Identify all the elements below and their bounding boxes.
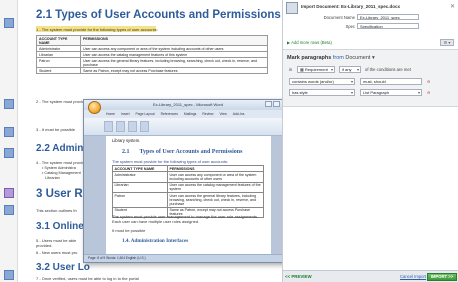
condition-text: of the conditions are met xyxy=(365,67,411,72)
tab-insert[interactable]: Insert xyxy=(121,112,129,116)
table-row: Student Same as Patron, except may not ac… xyxy=(35,67,268,74)
close-icon[interactable]: ✕ xyxy=(450,3,455,10)
footer-bar: << PREVIEW Cancel Import IMPORT >> xyxy=(283,270,458,282)
mark-icon[interactable] xyxy=(4,270,14,280)
condition-row: in ▦ Requirement ▾ if any ▾ of the conditi… xyxy=(289,66,411,73)
requirement-4: 4 - The system must provide xyxy=(36,160,87,165)
document-canvas: Library system. 2.1 Types of User Account… xyxy=(84,136,292,254)
ribbon-tabs: Home Insert Page Layout References Maili… xyxy=(84,110,292,118)
tab-mailings[interactable]: Mailings xyxy=(184,112,196,116)
table-cell: Administrator xyxy=(112,171,168,183)
office-button-icon[interactable] xyxy=(88,101,101,114)
style-dropdown[interactable]: List Paragraph ▾ xyxy=(360,89,422,96)
minimize-icon[interactable] xyxy=(265,101,272,107)
table-cell: Student xyxy=(35,67,82,74)
mark-icon[interactable] xyxy=(4,148,14,158)
condition-row: contains words (and/or) ▾ must, should ⊖ xyxy=(287,78,455,87)
table-row: Patron User can access the general librar… xyxy=(112,192,264,208)
page-text: Library system. xyxy=(112,138,141,143)
table-cell: User can access any component or area of… xyxy=(167,171,264,183)
section-heading: 3 User Re xyxy=(36,188,90,200)
preview-button[interactable]: << PREVIEW xyxy=(285,273,319,281)
document-dropdown[interactable]: Document xyxy=(345,55,370,61)
settings-gear-icon[interactable]: ⚙ ▾ xyxy=(440,39,454,46)
status-bar: Page: 8 of 9 Words: 1,604 English (U.S.) xyxy=(84,254,292,262)
requirement-6: 6 - New users must pro xyxy=(36,250,78,255)
requirement-1: 1 - The system must provide for the foll… xyxy=(36,27,158,32)
maximize-icon[interactable] xyxy=(273,101,280,107)
accounts-table: ACCOUNT TYPE NAME PERMISSIONS Administra… xyxy=(35,35,268,74)
preview-area xyxy=(283,106,458,270)
document-icon xyxy=(286,2,298,14)
document-name-input[interactable]: Ex-Library_2011_spec xyxy=(357,14,419,20)
mark-icon[interactable] xyxy=(4,205,14,215)
condition-type-dropdown[interactable]: has style ▾ xyxy=(289,89,355,96)
table-cell: Patron xyxy=(35,57,82,68)
requirement-7: 7 - Once verified, users must be able to… xyxy=(36,276,139,281)
import-header: Import Document: Ex-Library_2011_spec.do… xyxy=(283,0,458,50)
section-heading: 3.2 User Lo xyxy=(36,262,90,273)
mark-icon[interactable] xyxy=(4,18,14,28)
condition-value-input[interactable]: must, should xyxy=(360,78,422,85)
condition-row: has style ▾ List Paragraph ▾ ⊖ xyxy=(287,89,455,98)
styles-icon[interactable] xyxy=(140,121,149,132)
requirement-5-cont: provided. xyxy=(36,243,53,248)
list-item: Librarian xyxy=(45,176,60,180)
table-cell: User can access the general library feat… xyxy=(167,192,264,208)
mark-icon[interactable] xyxy=(4,188,14,198)
remove-condition-icon[interactable]: ⊖ xyxy=(427,78,431,85)
tab-add-ins[interactable]: Add-Ins xyxy=(233,112,245,116)
mark-icon[interactable] xyxy=(4,127,14,137)
import-panel: Import Document: Ex-Library_2011_spec.do… xyxy=(282,0,458,282)
spec-label: Spec xyxy=(345,24,355,29)
mark-paragraphs-heading: Mark paragraphs from Document ▾ xyxy=(287,55,375,61)
remove-condition-icon[interactable]: ⊖ xyxy=(427,89,431,96)
table-cell: Patron xyxy=(112,192,168,208)
document-name-label: Document Name xyxy=(323,15,355,20)
paragraph-icon[interactable] xyxy=(128,121,137,132)
cancel-import-link[interactable]: Cancel Import xyxy=(400,273,426,281)
font-icon[interactable] xyxy=(116,121,125,132)
tab-references[interactable]: References xyxy=(161,112,178,116)
tab-view[interactable]: View xyxy=(219,112,226,116)
window-title: Ex-Library_2011_spec - Microsoft Word xyxy=(152,102,224,107)
document-page[interactable]: Library system. 2.1 Types of User Account… xyxy=(106,136,271,254)
table-row: Administrator User can access any compone… xyxy=(112,171,264,183)
table-header: PERMISSIONS xyxy=(80,35,268,46)
page-title: 2.1 Types of User Accounts and Permissio… xyxy=(36,9,281,21)
table-cell: User can access the general library feat… xyxy=(80,57,268,68)
tab-page-layout[interactable]: Page Layout xyxy=(136,112,155,116)
table-cell: Same as Patron, except may not access Pu… xyxy=(80,67,268,74)
requirement-type-dropdown[interactable]: ▦ Requirement ▾ xyxy=(297,66,335,73)
table-cell: User can access the catalog management f… xyxy=(167,181,264,194)
condition-type-dropdown[interactable]: contains words (and/or) ▾ xyxy=(289,78,355,85)
ribbon xyxy=(84,118,292,136)
document-gutter xyxy=(0,0,18,282)
add-rows-link[interactable]: ▶ Add more rows (Beta) xyxy=(285,39,332,46)
table-row: Patron User can access the general librar… xyxy=(35,57,268,68)
mark-icon[interactable] xyxy=(4,99,14,109)
import-button[interactable]: IMPORT >> xyxy=(427,273,457,281)
table-header: ACCOUNT TYPE NAME xyxy=(35,35,82,46)
accounts-table: ACCOUNT TYPE NAME PERMISSIONS Administra… xyxy=(112,164,264,219)
match-mode-dropdown[interactable]: if any ▾ xyxy=(339,66,361,73)
import-title: Import Document: Ex-Library_2011_spec.do… xyxy=(301,4,401,9)
page-paragraph: It must be possible xyxy=(112,228,146,233)
page-subheading: 1.4. Administration Interfaces xyxy=(122,238,189,244)
page-intro: The system must provide for the followin… xyxy=(112,159,229,164)
window-titlebar[interactable]: Ex-Library_2011_spec - Microsoft Word xyxy=(84,100,292,110)
table-cell: Librarian xyxy=(112,181,168,194)
tab-review[interactable]: Review xyxy=(202,112,213,116)
page-heading: 2.1 Types of User Accounts and Permission… xyxy=(122,149,243,155)
tab-home[interactable]: Home xyxy=(106,112,115,116)
admin-list: • System Administra • Catalog Management… xyxy=(42,166,81,181)
spec-select[interactable]: Specification xyxy=(357,23,419,29)
word-preview-window[interactable]: Ex-Library_2011_spec - Microsoft Word Ho… xyxy=(83,99,293,263)
requirement-3: 3 - It must be possible xyxy=(36,127,76,132)
table-row: Librarian User can access the catalog man… xyxy=(112,181,264,194)
page-paragraph: The system must provide user management … xyxy=(112,214,259,224)
paste-icon[interactable] xyxy=(104,121,113,132)
section-intro: This section outlines th xyxy=(36,208,77,213)
